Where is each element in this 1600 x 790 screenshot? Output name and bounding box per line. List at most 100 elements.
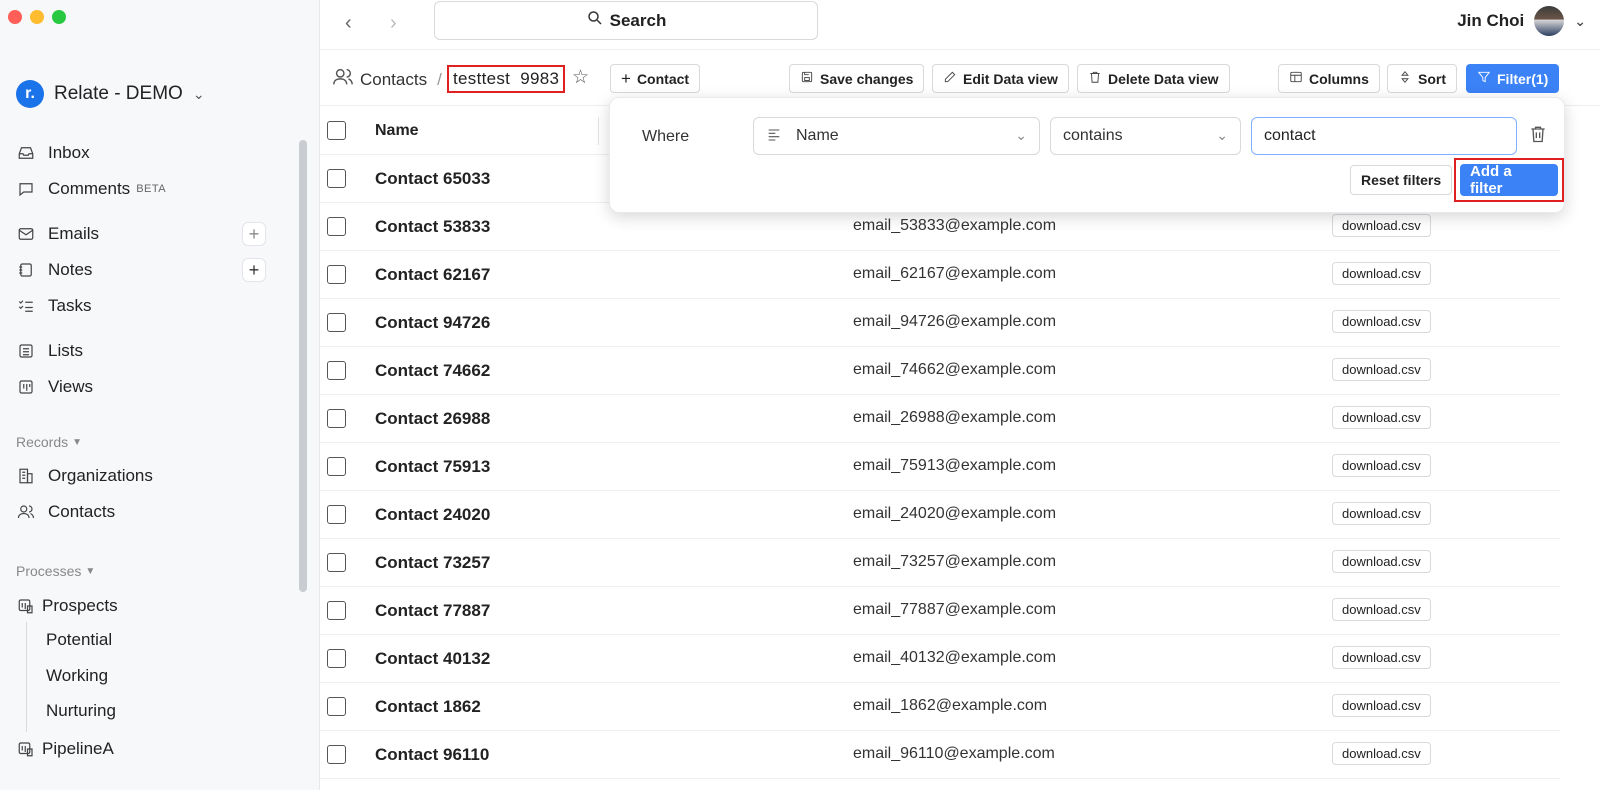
back-arrow-icon[interactable]: ‹ — [345, 12, 352, 35]
maximize-window-button[interactable] — [52, 10, 66, 24]
contact-name[interactable]: Contact 1862 — [375, 697, 481, 717]
row-checkbox[interactable] — [327, 217, 346, 236]
highlight-box: Add a filter — [1454, 158, 1564, 202]
sidebar-item-organizations[interactable]: Organizations — [16, 463, 153, 489]
contact-name[interactable]: Contact 74662 — [375, 361, 490, 381]
star-icon[interactable]: ☆ — [572, 66, 589, 89]
add-contact-button[interactable]: + Contact — [610, 64, 701, 93]
file-chip[interactable]: download.csv — [1332, 742, 1431, 765]
table-row[interactable]: Contact 40132 email_40132@example.com down… — [320, 635, 1560, 683]
minimize-window-button[interactable] — [30, 10, 44, 24]
file-chip[interactable]: download.csv — [1332, 550, 1431, 573]
table-row[interactable]: Contact 73257 email_73257@example.com down… — [320, 539, 1560, 587]
table-row[interactable]: Contact 74662 email_74662@example.com down… — [320, 347, 1560, 395]
sidebar-item-notes[interactable]: Notes — [16, 257, 92, 283]
sidebar-subitem-stage[interactable]: Working — [46, 666, 108, 686]
row-checkbox[interactable] — [327, 169, 346, 188]
table-row[interactable]: Contact 62167 email_62167@example.com down… — [320, 251, 1560, 299]
save-changes-button[interactable]: Save changes — [789, 64, 925, 93]
contact-name[interactable]: Contact 96110 — [375, 745, 489, 765]
sidebar-item-comments[interactable]: Comments BETA — [16, 176, 166, 202]
row-checkbox[interactable] — [327, 649, 346, 668]
contact-name[interactable]: Contact 62167 — [375, 265, 490, 285]
file-chip[interactable]: download.csv — [1332, 358, 1431, 381]
add-email-button[interactable]: + — [242, 222, 266, 246]
list-icon — [16, 341, 36, 361]
sidebar-item-pipelinea[interactable]: PipelineA — [16, 736, 114, 762]
table-row[interactable]: Contact 94726 email_94726@example.com down… — [320, 299, 1560, 347]
delete-filter-icon[interactable] — [1528, 124, 1548, 149]
add-filter-button[interactable]: Add a filter — [1460, 163, 1558, 197]
file-chip[interactable]: download.csv — [1332, 598, 1431, 621]
sidebar-item-lists[interactable]: Lists — [16, 338, 83, 364]
records-section-toggle[interactable]: Records ▼ — [16, 434, 82, 450]
file-chip[interactable]: download.csv — [1332, 310, 1431, 333]
search-button[interactable]: Search — [434, 1, 818, 40]
button-label: Sort — [1418, 70, 1446, 87]
columns-button[interactable]: Columns — [1278, 64, 1380, 93]
file-chip[interactable]: download.csv — [1332, 214, 1431, 237]
filter-value-input[interactable] — [1251, 117, 1517, 155]
table-row[interactable]: Contact 77887 email_77887@example.com down… — [320, 587, 1560, 635]
table-row[interactable]: Contact 24020 email_24020@example.com down… — [320, 491, 1560, 539]
column-divider[interactable] — [598, 117, 599, 145]
users-icon — [332, 66, 354, 93]
sidebar-subitem-stage[interactable]: Nurturing — [46, 701, 116, 721]
table-row[interactable]: Contact 1862 email_1862@example.com downlo… — [320, 683, 1560, 731]
add-note-button[interactable]: + — [242, 258, 266, 282]
row-checkbox[interactable] — [327, 505, 346, 524]
contact-name[interactable]: Contact 75913 — [375, 457, 490, 477]
contact-name[interactable]: Contact 65033 — [375, 169, 490, 189]
sidebar-item-tasks[interactable]: Tasks — [16, 293, 91, 319]
select-all-checkbox[interactable] — [327, 121, 346, 140]
sidebar-item-prospects[interactable]: Prospects — [16, 593, 118, 619]
table-row[interactable]: Contact 96110 email_96110@example.com down… — [320, 731, 1560, 779]
row-checkbox[interactable] — [327, 265, 346, 284]
contact-name[interactable]: Contact 24020 — [375, 505, 490, 525]
table-row[interactable]: Contact 75913 email_75913@example.com down… — [320, 443, 1560, 491]
file-chip[interactable]: download.csv — [1332, 502, 1431, 525]
table-row[interactable]: Contact 26988 email_26988@example.com down… — [320, 395, 1560, 443]
row-checkbox[interactable] — [327, 601, 346, 620]
filter-field-select[interactable]: Name ⌄ — [753, 117, 1040, 155]
file-chip[interactable]: download.csv — [1332, 262, 1431, 285]
processes-section-toggle[interactable]: Processes ▼ — [16, 563, 95, 579]
sidebar-item-inbox[interactable]: Inbox — [16, 140, 90, 166]
sidebar-item-contacts[interactable]: Contacts — [16, 499, 115, 525]
breadcrumb-contacts[interactable]: Contacts — [360, 70, 427, 90]
file-chip[interactable]: download.csv — [1332, 646, 1431, 669]
reset-filters-button[interactable]: Reset filters — [1350, 165, 1453, 195]
contact-name[interactable]: Contact 53833 — [375, 217, 490, 237]
close-window-button[interactable] — [8, 10, 22, 24]
delete-data-view-button[interactable]: Delete Data view — [1077, 64, 1230, 93]
contact-name[interactable]: Contact 77887 — [375, 601, 490, 621]
row-checkbox[interactable] — [327, 745, 346, 764]
file-chip[interactable]: download.csv — [1332, 694, 1431, 717]
forward-arrow-icon[interactable]: › — [390, 12, 397, 35]
row-checkbox[interactable] — [327, 457, 346, 476]
row-checkbox[interactable] — [327, 697, 346, 716]
sort-button[interactable]: Sort — [1387, 64, 1457, 93]
row-checkbox[interactable] — [327, 553, 346, 572]
row-checkbox[interactable] — [327, 313, 346, 332]
contact-name[interactable]: Contact 73257 — [375, 553, 490, 573]
sidebar-subitem-stage[interactable]: Potential — [46, 630, 112, 650]
column-header-name[interactable]: Name — [375, 122, 419, 140]
filter-button[interactable]: Filter(1) — [1466, 64, 1560, 93]
sidebar-item-views[interactable]: Views — [16, 374, 93, 400]
file-chip[interactable]: download.csv — [1332, 406, 1431, 429]
workspace-switcher[interactable]: r. Relate - DEMO ⌄ — [16, 80, 205, 108]
filter-operator-select[interactable]: contains ⌄ — [1050, 117, 1241, 155]
edit-data-view-button[interactable]: Edit Data view — [932, 64, 1069, 93]
contact-name[interactable]: Contact 40132 — [375, 649, 490, 669]
sidebar-scrollbar[interactable] — [299, 140, 307, 592]
sidebar-item-emails[interactable]: Emails — [16, 221, 99, 247]
user-menu[interactable]: Jin Choi ⌄ — [1457, 6, 1586, 36]
contact-name[interactable]: Contact 94726 — [375, 313, 490, 333]
contact-name[interactable]: Contact 26988 — [375, 409, 490, 429]
row-checkbox[interactable] — [327, 409, 346, 428]
button-label: Edit Data view — [963, 70, 1058, 87]
view-name[interactable]: testtest 9983 — [447, 65, 566, 93]
file-chip[interactable]: download.csv — [1332, 454, 1431, 477]
row-checkbox[interactable] — [327, 361, 346, 380]
